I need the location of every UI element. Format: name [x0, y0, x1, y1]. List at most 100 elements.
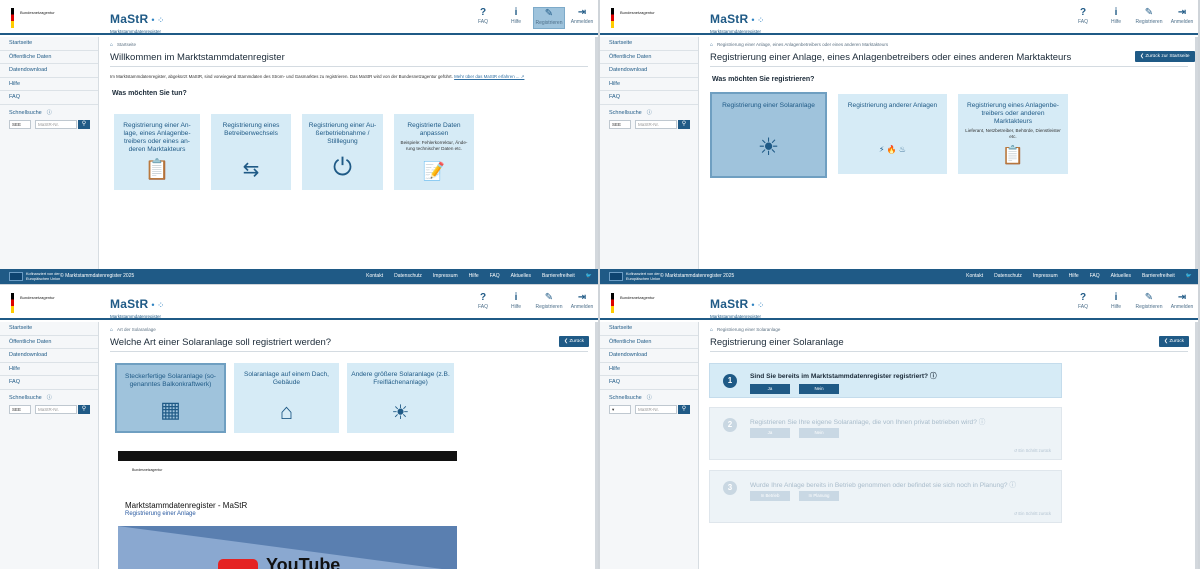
- breadcrumb-text[interactable]: Art der Solaranlage: [117, 327, 156, 332]
- card-register-unit[interactable]: Registrierung einer An-lage, eines Anlag…: [114, 114, 200, 190]
- mastr-logo[interactable]: MaStR • ⁘ Marktstammdatenregister: [110, 295, 165, 319]
- footer-link-hilfe[interactable]: Hilfe: [469, 269, 479, 284]
- sidebar-item-faq[interactable]: FAQ: [0, 376, 98, 390]
- info-icon[interactable]: ⓘ: [47, 395, 52, 401]
- card-market-actor[interactable]: Registrierung eines Anlagenbe-treibers o…: [958, 94, 1068, 174]
- sidebar-item-hilfe[interactable]: Hilfe: [0, 78, 98, 91]
- nav-registrieren[interactable]: ✎ Registrieren: [533, 7, 565, 29]
- footer-link-impressum[interactable]: Impressum: [1033, 269, 1058, 284]
- nav-hilfe[interactable]: i Hilfe: [500, 7, 532, 29]
- footer-link-barrierefreiheit[interactable]: Barrierefreiheit: [1142, 269, 1175, 284]
- yes-button[interactable]: Ja: [750, 428, 790, 438]
- nav-anmelden[interactable]: ⇥ Anmelden: [1166, 292, 1198, 314]
- sidebar-item-datendownload[interactable]: Datendownload: [600, 349, 698, 363]
- youtube-play-icon[interactable]: [218, 559, 258, 569]
- footer-link-barrierefreiheit[interactable]: Barrierefreiheit: [542, 269, 575, 284]
- bird-icon[interactable]: 🐦: [586, 269, 592, 284]
- no-button[interactable]: Nein: [799, 384, 839, 394]
- nav-registrieren[interactable]: ✎ Registrieren: [1133, 292, 1165, 314]
- sidebar-item-oeffentliche-daten[interactable]: Öffentliche Daten: [600, 336, 698, 349]
- yes-button[interactable]: Ja: [750, 384, 790, 394]
- nav-anmelden[interactable]: ⇥ Anmelden: [1166, 7, 1198, 29]
- footer-link-kontakt[interactable]: Kontakt: [966, 269, 983, 284]
- back-to-start-button[interactable]: ❮ Zurück zur Startseite: [1135, 51, 1195, 62]
- sidebar-item-faq[interactable]: FAQ: [0, 91, 98, 105]
- sidebar-item-startseite[interactable]: Startseite: [600, 37, 698, 51]
- in-operation-button[interactable]: In Betrieb: [750, 491, 790, 501]
- footer-link-datenschutz[interactable]: Datenschutz: [994, 269, 1022, 284]
- info-icon[interactable]: ⓘ: [647, 110, 652, 116]
- info-icon[interactable]: ⓘ: [979, 419, 986, 426]
- footer-link-faq[interactable]: FAQ: [490, 269, 500, 284]
- nav-anmelden[interactable]: ⇥ Anmelden: [566, 7, 598, 29]
- breadcrumb-text[interactable]: Registrierung einer Solaranlage: [717, 327, 780, 332]
- nav-anmelden[interactable]: ⇥ Anmelden: [566, 292, 598, 314]
- info-icon[interactable]: ⓘ: [47, 110, 52, 116]
- sidebar-item-hilfe[interactable]: Hilfe: [600, 363, 698, 376]
- nav-faq[interactable]: ? FAQ: [467, 292, 499, 314]
- quicksearch-select[interactable]: SEE: [9, 119, 31, 129]
- card-edit-data[interactable]: Registrierte Daten anpassen Beispiele: Fe…: [394, 114, 474, 190]
- footer-link-kontakt[interactable]: Kontakt: [366, 269, 383, 284]
- info-icon[interactable]: ⓘ: [930, 373, 937, 380]
- home-icon[interactable]: ⌂: [110, 327, 113, 333]
- nav-hilfe[interactable]: i Hilfe: [500, 292, 532, 314]
- more-link[interactable]: Mehr über das MaStR erfahren ... ↗: [454, 74, 524, 79]
- info-icon[interactable]: ⓘ: [1009, 482, 1016, 489]
- footer-link-faq[interactable]: FAQ: [1090, 269, 1100, 284]
- sidebar-item-oeffentliche-daten[interactable]: Öffentliche Daten: [0, 336, 98, 349]
- breadcrumb-text[interactable]: Startseite: [117, 42, 136, 47]
- sidebar-item-oeffentliche-daten[interactable]: Öffentliche Daten: [0, 51, 98, 64]
- scrollbar[interactable]: [595, 37, 598, 269]
- nav-registrieren[interactable]: ✎ Registrieren: [533, 292, 565, 314]
- nav-faq[interactable]: ? FAQ: [1067, 292, 1099, 314]
- sidebar-item-startseite[interactable]: Startseite: [0, 322, 98, 336]
- breadcrumb-text[interactable]: Registrierung einer Anlage, eines Anlage…: [717, 42, 888, 47]
- step-back-link[interactable]: ↺ Ein Schritt zurück: [1014, 511, 1051, 516]
- mastr-logo[interactable]: MaStR • ⁘ Marktstammdatenregister: [110, 10, 165, 34]
- video-player[interactable]: Bundesnetzagentur Marktstammdatenregiste…: [118, 451, 457, 569]
- scrollbar[interactable]: [1195, 37, 1198, 269]
- card-balcony-plant[interactable]: Steckerfertige Solaranlage (so-genanntes…: [115, 363, 226, 433]
- no-button[interactable]: Nein: [799, 428, 839, 438]
- step-back-link[interactable]: ↺ Ein Schritt zurück: [1014, 448, 1051, 453]
- search-icon[interactable]: ⚲: [78, 404, 90, 414]
- sidebar-item-faq[interactable]: FAQ: [600, 376, 698, 390]
- sidebar-item-datendownload[interactable]: Datendownload: [0, 64, 98, 78]
- sidebar-item-startseite[interactable]: Startseite: [600, 322, 698, 336]
- card-roof-plant[interactable]: Solaranlage auf einem Dach, Gebäude ⌂: [234, 363, 339, 433]
- nav-hilfe[interactable]: i Hilfe: [1100, 292, 1132, 314]
- home-icon[interactable]: ⌂: [110, 42, 113, 48]
- info-icon[interactable]: ⓘ: [647, 395, 652, 401]
- home-icon[interactable]: ⌂: [710, 327, 713, 333]
- card-operator-change[interactable]: Registrierung eines Betreiberwechsels ⇆: [211, 114, 291, 190]
- sidebar-item-datendownload[interactable]: Datendownload: [0, 349, 98, 363]
- scrollbar[interactable]: [595, 322, 598, 569]
- scrollbar[interactable]: [1195, 322, 1198, 569]
- in-planning-button[interactable]: In Planung: [799, 491, 839, 501]
- search-icon[interactable]: ⚲: [678, 119, 690, 129]
- footer-link-datenschutz[interactable]: Datenschutz: [394, 269, 422, 284]
- quicksearch-input[interactable]: MaStR-Nr.: [635, 119, 677, 129]
- quicksearch-select[interactable]: ▾: [609, 404, 631, 414]
- quicksearch-input[interactable]: MaStR-Nr.: [35, 119, 77, 129]
- quicksearch-select[interactable]: SEE: [9, 404, 31, 414]
- quicksearch-select[interactable]: SEE: [609, 119, 631, 129]
- sidebar-item-faq[interactable]: FAQ: [600, 91, 698, 105]
- nav-hilfe[interactable]: i Hilfe: [1100, 7, 1132, 29]
- footer-link-impressum[interactable]: Impressum: [433, 269, 458, 284]
- sidebar-item-hilfe[interactable]: Hilfe: [0, 363, 98, 376]
- nav-faq[interactable]: ? FAQ: [467, 7, 499, 29]
- sidebar-item-startseite[interactable]: Startseite: [0, 37, 98, 51]
- card-other-units[interactable]: Registrierung anderer Anlagen ⚡ 🔥 ♨: [838, 94, 947, 174]
- card-solar[interactable]: Registrierung einer Solaranlage ☀: [710, 92, 827, 178]
- search-icon[interactable]: ⚲: [678, 404, 690, 414]
- sidebar-item-datendownload[interactable]: Datendownload: [600, 64, 698, 78]
- back-button[interactable]: ❮ Zurück: [1159, 336, 1190, 347]
- sidebar-item-hilfe[interactable]: Hilfe: [600, 78, 698, 91]
- card-ground-plant[interactable]: Andere größere Solaranlage (z.B. Freiflä…: [347, 363, 454, 433]
- footer-link-hilfe[interactable]: Hilfe: [1069, 269, 1079, 284]
- nav-faq[interactable]: ? FAQ: [1067, 7, 1099, 29]
- sidebar-item-oeffentliche-daten[interactable]: Öffentliche Daten: [600, 51, 698, 64]
- footer-link-aktuelles[interactable]: Aktuelles: [1111, 269, 1131, 284]
